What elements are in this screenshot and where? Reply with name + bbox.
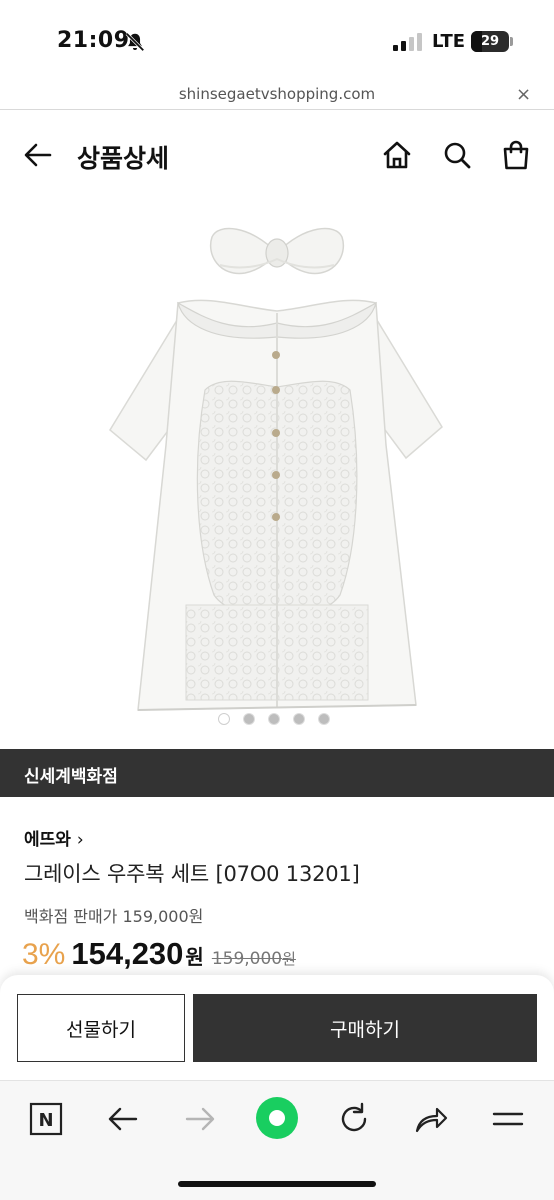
discount-rate: 3% — [22, 938, 66, 971]
home-icon[interactable] — [381, 139, 413, 171]
battery-percent: 29 — [480, 34, 500, 49]
browser-forward-icon[interactable] — [180, 1099, 220, 1139]
brand-link[interactable]: 에뜨와 › — [24, 825, 84, 850]
battery-cap — [510, 37, 513, 46]
purchase-action-bar: 선물하기 구매하기 — [0, 975, 554, 1080]
search-icon[interactable] — [441, 139, 473, 171]
price-row: 3% 154,230 원 159,000원 — [22, 936, 296, 976]
carousel-dots[interactable] — [218, 713, 338, 727]
back-arrow-icon[interactable] — [22, 139, 54, 171]
bell-muted-icon — [125, 32, 145, 52]
shopping-bag-icon[interactable] — [500, 139, 532, 171]
page-header: 상품상세 — [0, 112, 554, 198]
browser-back-icon[interactable] — [103, 1099, 143, 1139]
brand-name[interactable]: 에뜨와 — [24, 830, 71, 850]
carousel-dot[interactable] — [293, 713, 305, 725]
cellular-signal-icon — [393, 33, 422, 51]
original-price-currency: 원 — [282, 950, 296, 968]
buy-button[interactable]: 구매하기 — [193, 994, 537, 1062]
department-store-price: 백화점 판매가 159,000원 — [24, 907, 204, 926]
product-image[interactable] — [100, 215, 454, 723]
chevron-right-icon: › — [76, 830, 84, 850]
status-bar: 21:09 LTE 29 — [0, 0, 554, 80]
network-type: LTE — [432, 31, 466, 52]
store-banner[interactable]: 신세계백화점 — [0, 749, 554, 797]
status-time: 21:09 — [57, 28, 130, 53]
green-dot-icon[interactable] — [255, 1096, 299, 1140]
store-name[interactable]: 신세계백화점 — [24, 762, 118, 787]
bow-headband — [209, 227, 345, 275]
naver-n-letter: N — [38, 1110, 53, 1131]
menu-icon[interactable] — [488, 1099, 528, 1139]
naver-home-icon[interactable]: N — [26, 1099, 66, 1139]
share-icon[interactable] — [411, 1099, 451, 1139]
home-indicator[interactable] — [178, 1181, 376, 1187]
original-price: 159,000원 — [212, 949, 296, 969]
close-icon[interactable]: × — [516, 84, 531, 105]
sale-price: 154,230 — [71, 936, 184, 971]
carousel-dot[interactable] — [218, 713, 230, 725]
url-text[interactable]: shinsegaetvshopping.com — [0, 85, 554, 103]
url-bar[interactable]: shinsegaetvshopping.com × — [0, 80, 554, 110]
gift-button[interactable]: 선물하기 — [17, 994, 185, 1062]
carousel-dot[interactable] — [268, 713, 280, 725]
battery-indicator: 29 — [471, 31, 509, 52]
carousel-dot[interactable] — [318, 713, 330, 725]
original-price-value: 159,000 — [211, 949, 283, 969]
product-name: 그레이스 우주복 세트 [07O0 13201] — [24, 862, 360, 886]
reload-icon[interactable] — [334, 1099, 374, 1139]
sale-price-currency: 원 — [185, 945, 204, 969]
carousel-dot[interactable] — [243, 713, 255, 725]
page-title: 상품상세 — [77, 144, 170, 173]
